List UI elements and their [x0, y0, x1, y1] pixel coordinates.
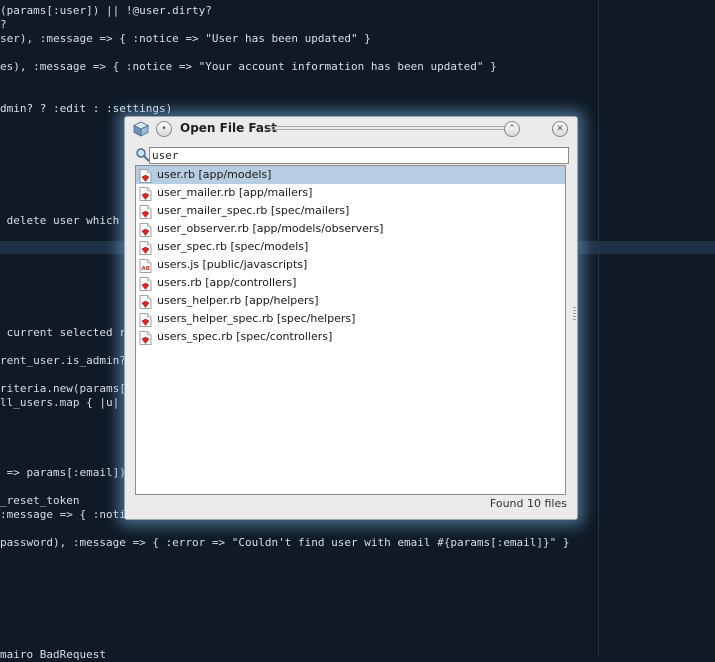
js-file-icon: AB	[139, 258, 152, 273]
search-input[interactable]	[149, 147, 569, 164]
file-list-item[interactable]: user_spec.rb [spec/models]	[136, 238, 565, 256]
code-line: ser), :message => { :notice => "User has…	[0, 32, 371, 45]
file-name: user_observer.rb [app/models/observers]	[157, 222, 384, 235]
file-name: users_helper_spec.rb [spec/helpers]	[157, 312, 356, 325]
ruby-file-icon	[139, 204, 152, 219]
file-list-item[interactable]: user_mailer_spec.rb [spec/mailers]	[136, 202, 565, 220]
file-name: user.rb [app/models]	[157, 168, 272, 181]
file-name: users_helper.rb [app/helpers]	[157, 294, 319, 307]
svg-text:AB: AB	[142, 266, 150, 272]
ruby-file-icon	[139, 294, 152, 309]
file-list-item[interactable]: user_mailer.rb [app/mailers]	[136, 184, 565, 202]
file-list-item[interactable]: user_observer.rb [app/models/observers]	[136, 220, 565, 238]
file-name: user_mailer.rb [app/mailers]	[157, 186, 313, 199]
ruby-file-icon	[139, 276, 152, 291]
code-line: ll_users.map { |u| {	[0, 396, 133, 409]
file-list-item[interactable]: AB users.js [public/javascripts]	[136, 256, 565, 274]
close-button[interactable]: ✕	[552, 121, 568, 137]
ruby-file-icon	[139, 312, 152, 327]
file-list-item[interactable]: users_helper.rb [app/helpers]	[136, 292, 565, 310]
results-count: Found 10 files	[489, 497, 567, 510]
file-name: users.rb [app/controllers]	[157, 276, 297, 289]
open-file-fast-dialog: • Open File Fast ⌃ ✕ user.rb [app/models…	[124, 116, 578, 520]
right-margin-guide	[598, 0, 599, 655]
file-list-item[interactable]: users_spec.rb [spec/controllers]	[136, 328, 565, 346]
ruby-file-icon	[139, 222, 152, 237]
code-line: riteria.new(params[:s	[0, 382, 140, 395]
file-name: users.js [public/javascripts]	[157, 258, 308, 271]
file-name: users_spec.rb [spec/controllers]	[157, 330, 333, 343]
file-list-item[interactable]: users_helper_spec.rb [spec/helpers]	[136, 310, 565, 328]
file-list-item[interactable]: user.rb [app/models]	[136, 166, 565, 184]
file-list-item[interactable]: users.rb [app/controllers]	[136, 274, 565, 292]
code-line: password), :message => { :error => "Coul…	[0, 536, 570, 549]
code-line: ?	[0, 18, 7, 31]
resize-grip[interactable]	[573, 307, 576, 321]
ruby-file-icon	[139, 168, 152, 183]
file-list[interactable]: user.rb [app/models] user_mailer.rb [app/…	[135, 165, 566, 495]
code-line: es), :message => { :notice => "Your acco…	[0, 60, 497, 73]
search-row	[135, 147, 569, 165]
code-line: dmin? ? :edit : :settings)	[0, 102, 173, 115]
code-line: current selected rol	[0, 326, 140, 339]
sticky-button[interactable]: •	[156, 121, 172, 137]
file-name: user_spec.rb [spec/models]	[157, 240, 309, 253]
ruby-file-icon	[139, 186, 152, 201]
code-line: delete user which ha	[0, 214, 140, 227]
dialog-title: Open File Fast	[180, 121, 277, 135]
ruby-file-icon	[139, 330, 152, 345]
code-line: mairo BadRequest	[0, 648, 106, 661]
titlebar-grip	[267, 126, 507, 132]
file-name: user_mailer_spec.rb [spec/mailers]	[157, 204, 350, 217]
shade-button[interactable]: ⌃	[504, 121, 520, 137]
code-line: :message => { :notice	[0, 508, 140, 521]
dialog-titlebar[interactable]: • Open File Fast ⌃ ✕	[125, 117, 577, 141]
code-line: rent_user.is_admin? |	[0, 354, 140, 367]
app-cube-icon[interactable]	[133, 121, 149, 137]
code-line: (params[:user]) || !@user.dirty?	[0, 4, 212, 17]
code-line: => params[:email])	[0, 466, 126, 479]
code-line: _reset_token	[0, 494, 80, 507]
ruby-file-icon	[139, 240, 152, 255]
